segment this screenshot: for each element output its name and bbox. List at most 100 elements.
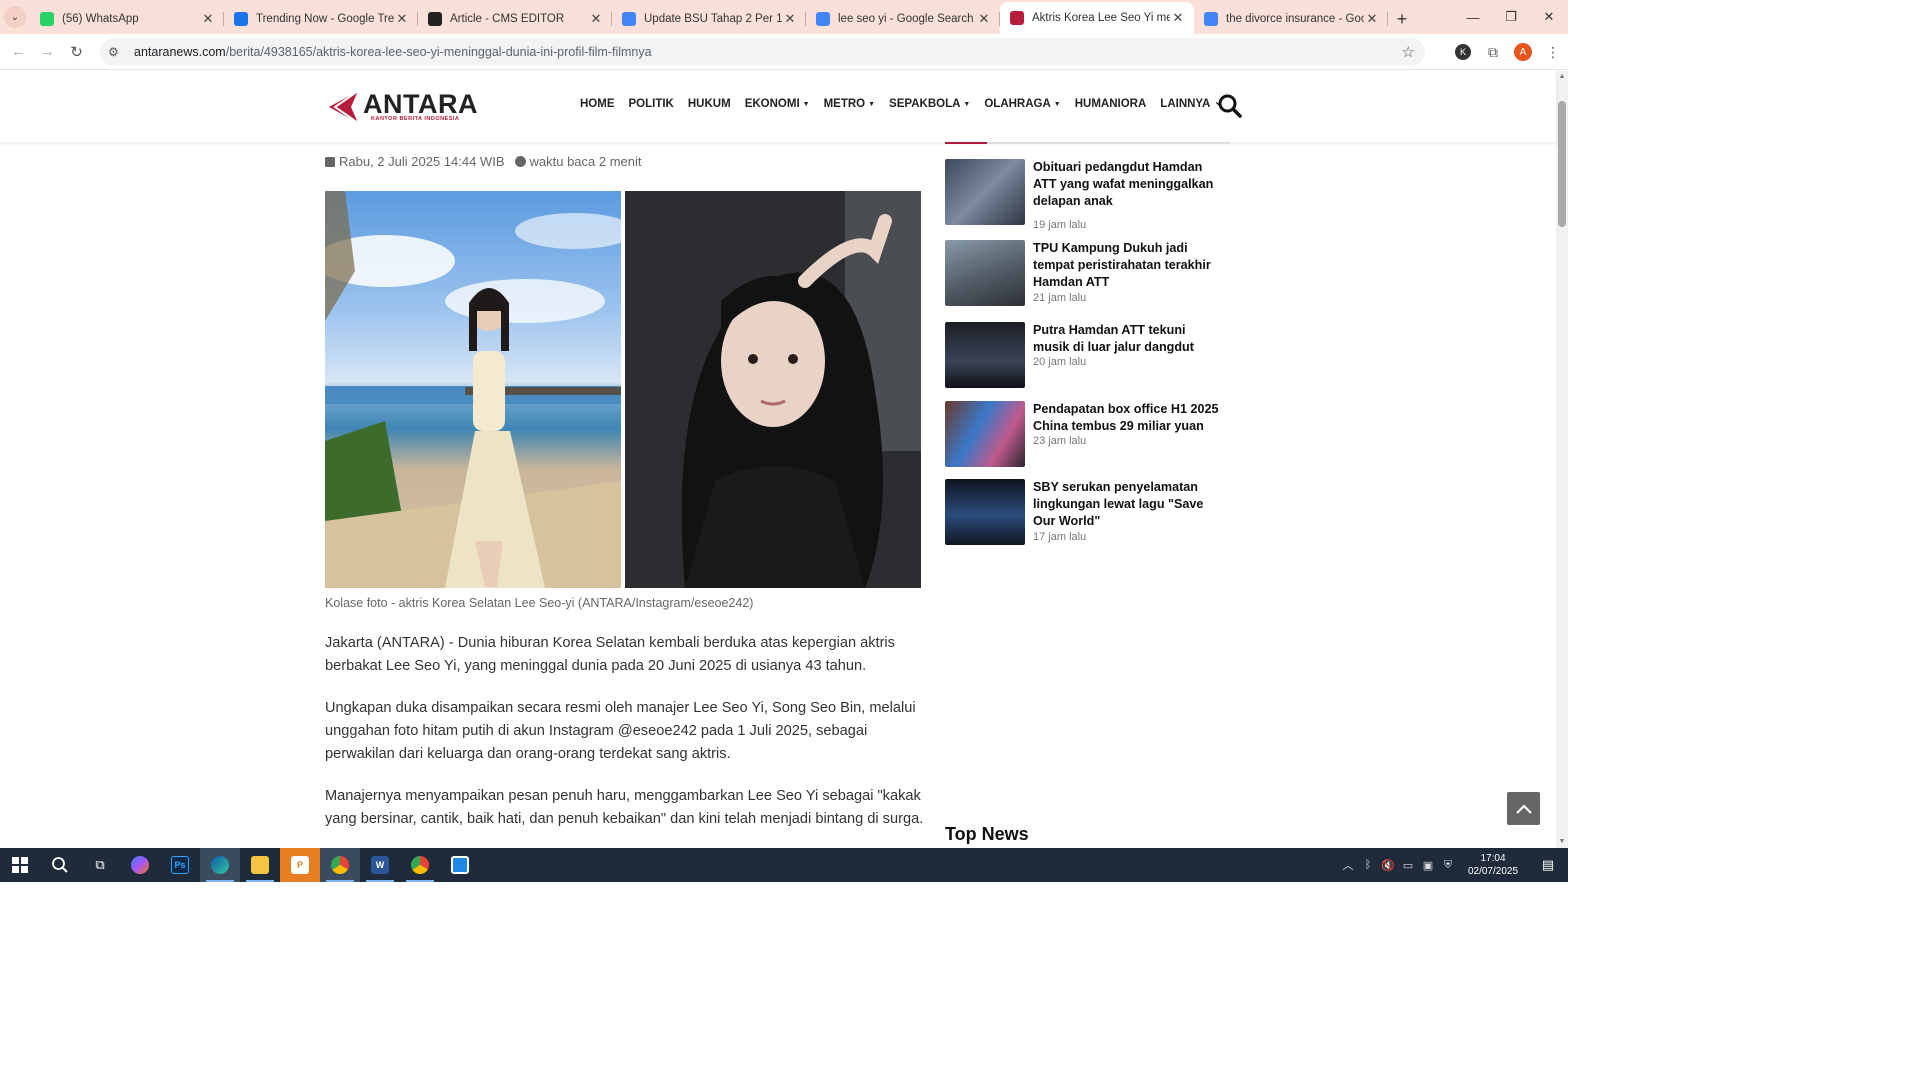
- tab-title: lee seo yi - Google Search: [838, 13, 974, 25]
- taskbar-word[interactable]: W: [360, 848, 400, 882]
- browser-menu-icon[interactable]: ⋮: [1538, 44, 1568, 61]
- article-photo-portrait[interactable]: [625, 191, 921, 588]
- scrollbar-thumb[interactable]: [1558, 101, 1566, 227]
- browser-tab[interactable]: Update BSU Tahap 2 Per 1 Juli 2✕: [612, 4, 806, 34]
- show-hidden-icons[interactable]: ︿: [1338, 857, 1358, 873]
- scroll-down-arrow[interactable]: ▼: [1558, 838, 1566, 846]
- article-photo-beach[interactable]: [325, 191, 621, 588]
- sidebar-news-item[interactable]: Obituari pedangdut Hamdan ATT yang wafat…: [945, 159, 1230, 231]
- task-view-button[interactable]: ⧉: [80, 848, 120, 882]
- nav-item-lainnya[interactable]: LAINNYA ⌄: [1160, 94, 1223, 110]
- sidebar-news-item[interactable]: Pendapatan box office H1 2025 China temb…: [945, 401, 1230, 471]
- back-button[interactable]: ←: [4, 34, 33, 70]
- browser-tab[interactable]: lee seo yi - Google Search ✕: [806, 4, 1000, 34]
- scroll-to-top-button[interactable]: [1507, 792, 1540, 825]
- beach-photo-illustration: [325, 191, 621, 588]
- page-scrollbar[interactable]: ▲ ▼: [1556, 71, 1568, 848]
- close-tab-icon[interactable]: ✕: [200, 11, 216, 27]
- volume-mute-icon[interactable]: 🔇: [1378, 859, 1398, 872]
- taskbar-clock[interactable]: 17:04 02/07/2025: [1458, 852, 1528, 878]
- edge-icon: [211, 856, 229, 874]
- sidebar-news-item[interactable]: TPU Kampung Dukuh jadi tempat peristirah…: [945, 240, 1230, 310]
- calendar-icon: [325, 156, 335, 167]
- restore-button[interactable]: ❐: [1492, 0, 1530, 34]
- close-tab-icon[interactable]: ✕: [394, 11, 410, 27]
- sidebar-news-item[interactable]: SBY serukan penyelamatan lingkungan lewa…: [945, 479, 1230, 549]
- site-info-icon[interactable]: ⚙: [108, 45, 126, 59]
- notification-center-icon[interactable]: ▤: [1528, 857, 1568, 873]
- close-tab-icon[interactable]: ✕: [976, 11, 992, 27]
- news-title[interactable]: Putra Hamdan ATT tekuni musik di luar ja…: [1033, 322, 1223, 356]
- taskbar-copilot[interactable]: [120, 848, 160, 882]
- news-title[interactable]: TPU Kampung Dukuh jadi tempat peristirah…: [1033, 240, 1223, 291]
- profile-a-avatar[interactable]: A: [1508, 43, 1538, 61]
- taskbar-file-explorer[interactable]: [240, 848, 280, 882]
- news-title[interactable]: Pendapatan box office H1 2025 China temb…: [1033, 401, 1223, 435]
- article-paragraph: Ungkapan duka disampaikan secara resmi o…: [325, 700, 916, 762]
- nav-item-label: HOME: [580, 98, 615, 110]
- taskbar-presentation-app[interactable]: P: [280, 848, 320, 882]
- forward-button[interactable]: →: [33, 34, 62, 70]
- network-icon[interactable]: ▭: [1398, 859, 1418, 872]
- start-button[interactable]: [0, 848, 40, 882]
- extensions-icon[interactable]: ⧉: [1478, 44, 1508, 61]
- tab-search-button[interactable]: ⌄: [0, 0, 30, 34]
- scroll-up-arrow[interactable]: ▲: [1558, 73, 1566, 81]
- taskbar-chrome[interactable]: [320, 848, 360, 882]
- news-thumbnail[interactable]: [945, 240, 1025, 306]
- taskbar-search-button[interactable]: [40, 848, 80, 882]
- logo-tagline: KANTOR BERITA INDONESIA: [371, 116, 460, 122]
- tab-title: (56) WhatsApp: [62, 13, 139, 25]
- bookmark-star-icon[interactable]: ☆: [1402, 43, 1415, 61]
- nav-item-label: POLITIK: [628, 98, 674, 110]
- antara-logo[interactable]: ANTARA KANTOR BERITA INDONESIA: [325, 87, 477, 127]
- nav-item-hukum[interactable]: HUKUM: [688, 98, 731, 110]
- bluetooth-icon[interactable]: ᛒ: [1358, 859, 1378, 871]
- photo-caption: Kolase foto - aktris Korea Selatan Lee S…: [325, 596, 754, 610]
- nav-item-politik[interactable]: POLITIK: [629, 98, 674, 110]
- nav-item-humaniora[interactable]: HUMANIORA: [1075, 98, 1147, 110]
- profile-k-avatar[interactable]: K: [1448, 44, 1478, 60]
- search-icon[interactable]: [1217, 93, 1243, 119]
- close-window-button[interactable]: ✕: [1530, 0, 1568, 34]
- nav-item-home[interactable]: HOME: [580, 98, 615, 110]
- close-tab-icon[interactable]: ✕: [782, 11, 798, 27]
- tab-title: Article - CMS EDITOR: [450, 13, 565, 25]
- reload-button[interactable]: ↻: [62, 34, 91, 70]
- news-title[interactable]: SBY serukan penyelamatan lingkungan lewa…: [1033, 479, 1223, 530]
- browser-tab[interactable]: the divorce insurance - Google✕: [1194, 4, 1388, 34]
- browser-tab[interactable]: Aktris Korea Lee Seo Yi mening✕: [1000, 2, 1194, 34]
- new-tab-button[interactable]: +: [1388, 4, 1416, 34]
- taskbar-photoshop[interactable]: Ps: [160, 848, 200, 882]
- taskbar-edge[interactable]: [200, 848, 240, 882]
- news-time: 20 jam lalu: [1033, 356, 1087, 368]
- browser-tab[interactable]: Article - CMS EDITOR ✕: [418, 4, 612, 34]
- nav-item-sepakbola[interactable]: SEPAKBOLA ▼: [889, 98, 970, 110]
- news-title[interactable]: Obituari pedangdut Hamdan ATT yang wafat…: [1033, 159, 1223, 210]
- google-icon: [1204, 12, 1218, 26]
- sidebar-news-item[interactable]: Putra Hamdan ATT tekuni musik di luar ja…: [945, 322, 1230, 392]
- minimize-button[interactable]: —: [1454, 0, 1492, 34]
- security-icon[interactable]: ⛨: [1438, 859, 1458, 872]
- close-tab-icon[interactable]: ✕: [1364, 11, 1380, 27]
- slides-icon: P: [291, 856, 309, 874]
- tab-title: Update BSU Tahap 2 Per 1 Juli 2: [644, 13, 782, 25]
- nav-item-metro[interactable]: METRO ▼: [824, 98, 875, 110]
- news-thumbnail[interactable]: [945, 479, 1025, 545]
- address-bar[interactable]: ⚙ antaranews.com/berita/4938165/aktris-k…: [100, 38, 1425, 66]
- taskbar-chrome-2[interactable]: [400, 848, 440, 882]
- news-thumbnail[interactable]: [945, 401, 1025, 467]
- news-time: 19 jam lalu: [1033, 219, 1087, 231]
- news-thumbnail[interactable]: [945, 322, 1025, 388]
- nav-item-ekonomi[interactable]: EKONOMI ▼: [745, 98, 810, 110]
- news-thumbnail[interactable]: [945, 159, 1025, 225]
- tab-title: Trending Now - Google Trends: [256, 13, 394, 25]
- nav-item-label: SEPAKBOLA: [889, 98, 961, 110]
- close-tab-icon[interactable]: ✕: [588, 11, 604, 27]
- display-icon[interactable]: ▣: [1418, 859, 1438, 872]
- browser-tab[interactable]: (56) WhatsApp ✕: [30, 4, 224, 34]
- browser-tab[interactable]: Trending Now - Google Trends✕: [224, 4, 418, 34]
- taskbar-app-window[interactable]: [440, 848, 480, 882]
- close-tab-icon[interactable]: ✕: [1170, 10, 1186, 26]
- nav-item-olahraga[interactable]: OLAHRAGA ▼: [984, 98, 1060, 110]
